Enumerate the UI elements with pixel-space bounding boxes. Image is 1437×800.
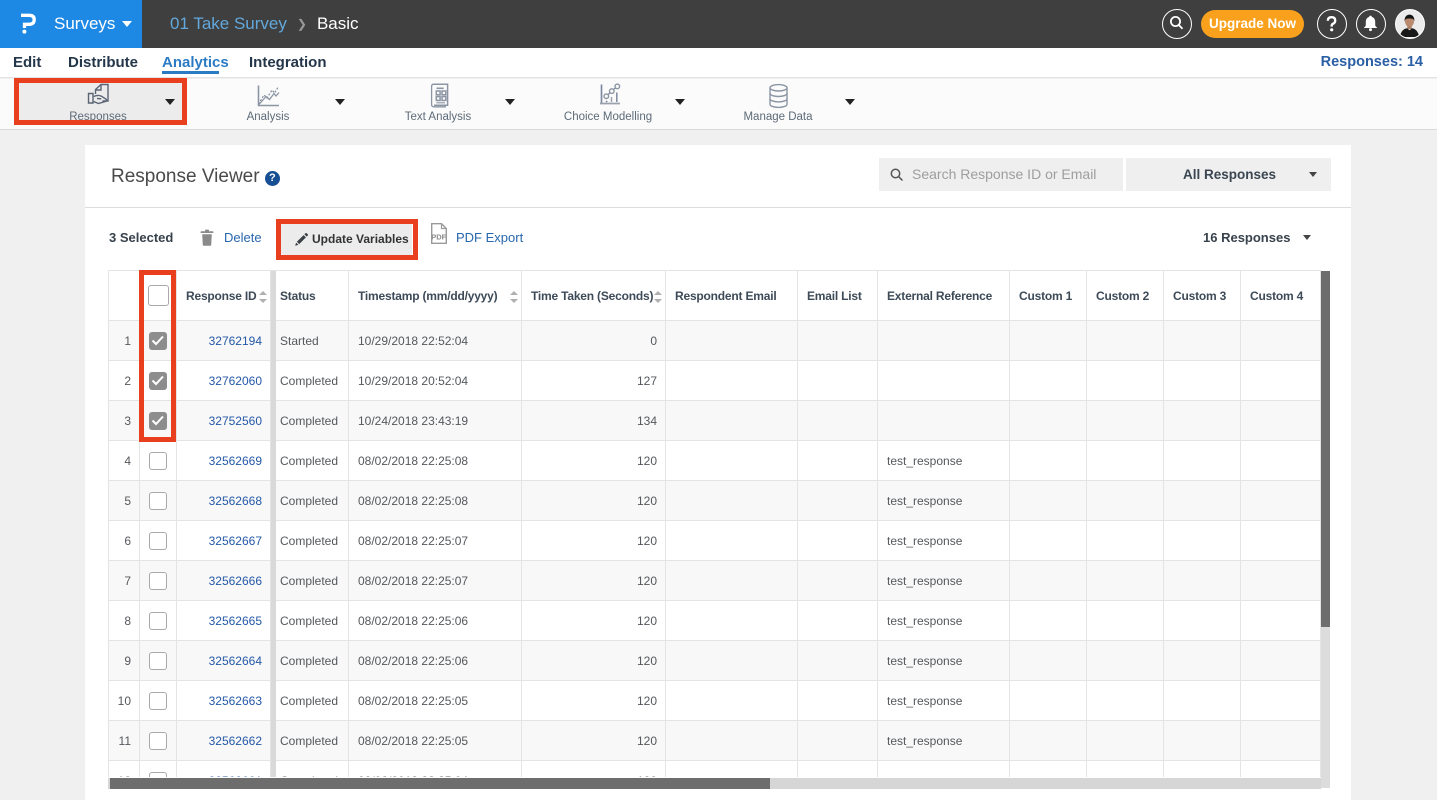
svg-text:PDF: PDF — [431, 233, 446, 242]
